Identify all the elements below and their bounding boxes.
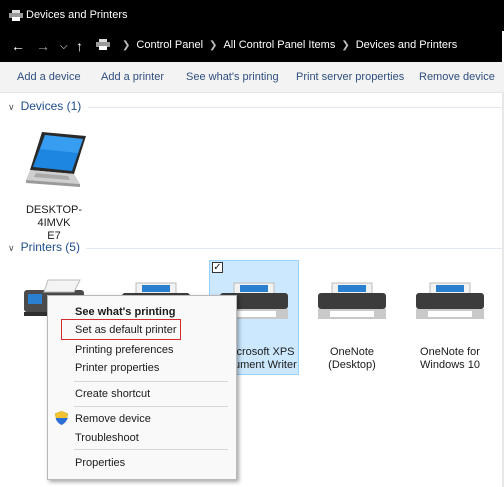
menu-item-remove-device[interactable]: Remove device [75, 413, 151, 425]
printers-group-header[interactable]: ∨ Printers (5) [8, 240, 80, 254]
printer-name: OneNote for Windows 10 [420, 346, 480, 371]
add-device-button[interactable]: Add a device [17, 71, 81, 83]
remove-device-button[interactable]: Remove device [419, 71, 495, 83]
see-whats-printing-button[interactable]: See what's printing [186, 71, 279, 83]
breadcrumb-separator-icon: ❯ [341, 40, 350, 51]
printer-tile-onenote-desktop[interactable]: OneNote (Desktop) [312, 279, 392, 372]
breadcrumb-control-panel[interactable]: Control Panel [136, 39, 203, 51]
breadcrumb-separator-icon: ❯ [122, 40, 131, 51]
menu-item-set-default-printer[interactable]: Set as default printer [75, 324, 177, 336]
title-bar: Devices and Printers [0, 0, 504, 31]
menu-item-printing-preferences[interactable]: Printing preferences [75, 344, 173, 356]
window-title: Devices and Printers [26, 9, 128, 21]
back-arrow-icon[interactable]: ← [11, 37, 25, 55]
menu-item-create-shortcut[interactable]: Create shortcut [75, 388, 150, 400]
menu-separator [74, 449, 228, 450]
chevron-down-icon: ∨ [8, 102, 15, 112]
menu-item-troubleshoot[interactable]: Troubleshoot [75, 432, 139, 444]
chevron-down-icon: ∨ [8, 243, 15, 253]
context-menu: See what's printing Set as default print… [47, 295, 237, 480]
group-divider [86, 248, 502, 249]
printer-name: OneNote (Desktop) [328, 346, 376, 371]
printer-icon [318, 282, 386, 319]
laptop-icon [26, 132, 86, 187]
menu-item-see-whats-printing[interactable]: See what's printing [75, 306, 175, 318]
device-tile[interactable]: DESKTOP-4IMVK E7 [12, 128, 96, 243]
devices-group-header[interactable]: ∨ Devices (1) [8, 99, 81, 113]
breadcrumb-separator-icon: ❯ [209, 40, 218, 51]
print-server-properties-button[interactable]: Print server properties [296, 71, 404, 83]
breadcrumb: ❯ Control Panel ❯ All Control Panel Items ❯ D… [96, 39, 457, 51]
printer-tile-onenote-win10[interactable]: OneNote for Windows 10 [410, 279, 490, 372]
shield-icon [55, 411, 68, 425]
menu-separator [74, 381, 228, 382]
breadcrumb-all-items[interactable]: All Control Panel Items [223, 39, 335, 51]
forward-arrow-icon[interactable]: → [36, 37, 50, 55]
up-arrow-icon[interactable]: ↑ [76, 37, 83, 55]
command-bar: Add a device Add a printer See what's pr… [0, 62, 504, 93]
printer-icon [96, 39, 110, 50]
devices-group-label: Devices (1) [20, 99, 82, 113]
printer-icon [9, 10, 23, 21]
recent-locations-chevron-icon[interactable]: ⌵ [60, 38, 68, 56]
menu-item-properties[interactable]: Properties [75, 457, 125, 469]
breadcrumb-devices-printers[interactable]: Devices and Printers [356, 39, 458, 51]
device-name: DESKTOP-4IMVK E7 [25, 204, 83, 242]
menu-separator [74, 406, 228, 407]
printers-group-label: Printers (5) [20, 240, 80, 254]
printer-name-xps: icrosoft XPS ument Writer [234, 346, 297, 371]
menu-item-printer-properties[interactable]: Printer properties [75, 362, 159, 374]
address-bar: ← → ⌵ ↑ ❯ Control Panel ❯ All Control Panel… [0, 31, 504, 62]
group-divider [88, 107, 502, 108]
add-printer-button[interactable]: Add a printer [101, 71, 164, 83]
checkbox-checked-icon[interactable]: ✓ [212, 262, 223, 273]
printer-icon [416, 282, 484, 319]
